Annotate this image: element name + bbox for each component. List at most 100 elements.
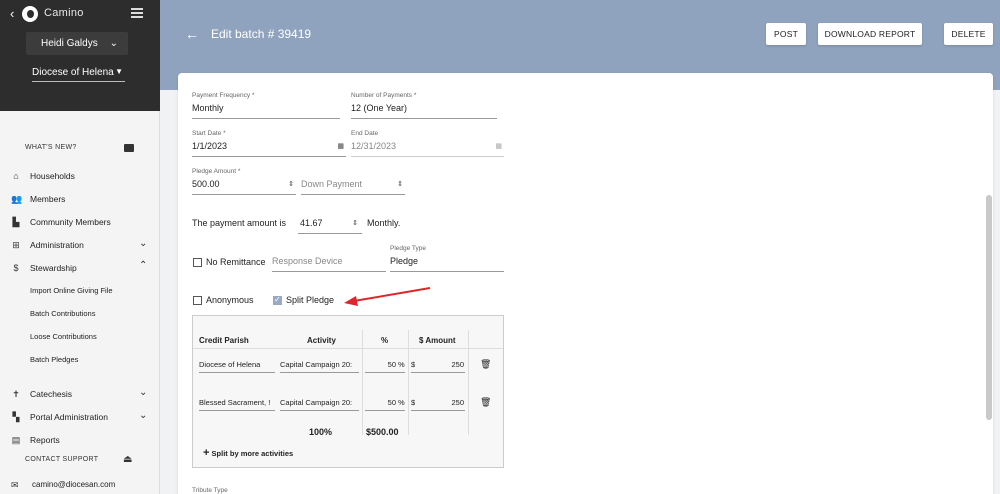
hamburger-menu-icon[interactable] <box>131 8 143 18</box>
community-icon: ▙ <box>12 217 20 227</box>
response-device-field[interactable]: Response Device <box>272 245 386 272</box>
credit-parish-field[interactable]: Blessed Sacrament, ! <box>199 398 275 407</box>
grid-icon: ⊞ <box>12 240 20 250</box>
end-date-field[interactable]: End Date 12/31/2023 ▦ <box>351 130 504 157</box>
percent-field[interactable]: 50 <box>369 398 396 407</box>
field-value: 12/31/2023 <box>351 141 397 151</box>
pledge-type-select[interactable]: Pledge Type Pledge <box>390 245 504 272</box>
payment-amount-field[interactable]: 41.67 ⇕ <box>298 207 362 234</box>
user-name: Heidi Galdys <box>41 38 98 49</box>
down-payment-field[interactable]: Down Payment ⇕ <box>301 168 405 195</box>
home-icon: ⌂ <box>13 171 19 181</box>
sidebar-item-stewardship[interactable]: $ Stewardship ⌃ <box>0 258 160 278</box>
field-value: 1/1/2023 <box>192 141 228 151</box>
payment-frequency-select[interactable]: Payment Frequency * Monthly <box>192 92 340 119</box>
credit-parish-field[interactable]: Diocese of Helena <box>199 360 275 369</box>
post-button[interactable]: POST <box>766 23 806 45</box>
keyboard-icon[interactable] <box>124 144 134 152</box>
sidebar-item-label: Community Members <box>30 217 111 227</box>
sidebar-item-catechesis[interactable]: ✝ Catechesis ⌄ <box>0 384 160 404</box>
field-value: Monthly <box>192 103 224 113</box>
field-label: Tribute Type <box>192 487 228 494</box>
sidebar-header: ‹ Camino Heidi Galdys ⌄ Diocese of Helen… <box>0 0 160 111</box>
anonymous-checkbox[interactable] <box>193 296 202 305</box>
field-placeholder: Response Device <box>272 256 343 266</box>
download-report-button[interactable]: DOWNLOAD REPORT <box>818 23 922 45</box>
split-pledge-checkbox[interactable] <box>273 295 282 305</box>
header-credit-parish: Credit Parish <box>199 336 249 345</box>
currency-sign: $ <box>411 360 416 369</box>
stepper-icon[interactable]: ⇕ <box>352 219 358 227</box>
chevron-up-icon: ⌃ <box>139 260 148 271</box>
pledge-amount-field[interactable]: Pledge Amount * 500.00 ⇕ <box>192 168 296 195</box>
split-by-more-activities-button[interactable]: + Split by more activities <box>203 447 293 459</box>
field-label: Payment Frequency * <box>192 92 255 99</box>
field-value: Pledge <box>390 256 419 266</box>
delete-button[interactable]: DELETE <box>944 23 993 45</box>
total-percent: 100% <box>309 427 333 437</box>
activity-field[interactable]: Capital Campaign 20: <box>280 360 359 369</box>
field-label: Number of Payments * <box>351 92 417 99</box>
sidebar-subitem-batch-contributions[interactable]: Batch Contributions <box>30 309 95 318</box>
arrow-left-icon[interactable]: ← <box>185 26 199 42</box>
sidebar-item-administration[interactable]: ⊞ Administration ⌄ <box>0 235 160 255</box>
start-date-field[interactable]: Start Date * 1/1/2023 ▦ <box>192 130 346 157</box>
no-remittance-checkbox[interactable] <box>193 258 202 267</box>
diocese-select[interactable]: Diocese of Helena ▼ <box>32 67 125 82</box>
sidebar-item-label: Reports <box>30 435 60 445</box>
plus-icon: + <box>203 447 210 459</box>
report-icon: ▤ <box>11 435 21 445</box>
support-email-link[interactable]: camino@diocesan.com <box>32 480 115 489</box>
chevron-down-icon: ⌄ <box>139 410 148 421</box>
trash-icon[interactable]: 🗑 <box>480 359 491 370</box>
percent-field[interactable]: 50 <box>369 360 396 369</box>
sidebar-item-label: Catechesis <box>30 389 73 399</box>
no-remittance-label: No Remittance <box>206 257 266 267</box>
camino-logo-icon <box>22 6 38 22</box>
whats-new-link[interactable]: WHAT'S NEW? <box>25 144 77 151</box>
field-label: Pledge Type <box>390 245 427 252</box>
stepper-icon[interactable]: ⇕ <box>397 180 403 188</box>
sidebar-item-households[interactable]: ⌂ Households <box>0 166 160 186</box>
sidebar-subitem-import-online-giving[interactable]: Import Online Giving File <box>30 286 113 295</box>
user-select[interactable]: Heidi Galdys ⌄ <box>26 32 128 55</box>
sidebar-subitem-loose-contributions[interactable]: Loose Contributions <box>30 332 97 341</box>
sidebar-subitem-batch-pledges[interactable]: Batch Pledges <box>30 355 78 364</box>
tribute-type-select[interactable]: Tribute Type <box>192 487 340 494</box>
header-activity: Activity <box>307 336 336 345</box>
field-label: Start Date * <box>192 130 226 137</box>
payment-amount-prefix: The payment amount is <box>192 218 287 228</box>
split-pledge-table: Credit Parish Activity % $ Amount Dioces… <box>192 315 504 468</box>
app-brand: Camino <box>44 7 84 19</box>
sidebar-item-community-members[interactable]: ▙ Community Members <box>0 212 160 232</box>
eject-icon[interactable]: ⏏ <box>123 454 132 465</box>
chevron-down-icon: ⌄ <box>139 238 148 249</box>
header-percent: % <box>381 336 389 345</box>
sidebar-item-reports[interactable]: ▤ Reports <box>0 430 160 450</box>
total-amount: $500.00 <box>366 427 399 437</box>
activity-field[interactable]: Capital Campaign 20: <box>280 398 359 407</box>
amount-field[interactable]: 250 <box>421 360 464 369</box>
add-split-label: Split by more activities <box>211 449 294 458</box>
caret-down-icon: ▼ <box>115 67 123 76</box>
split-pledge-label: Split Pledge <box>286 295 335 305</box>
cross-icon: ✝ <box>12 389 20 399</box>
stepper-icon[interactable]: ⇕ <box>288 180 294 188</box>
calendar-icon[interactable]: ▦ <box>337 142 344 150</box>
percent-sign: % <box>398 360 405 369</box>
trash-icon[interactable]: 🗑 <box>480 397 491 408</box>
diocese-name: Diocese of Helena <box>32 67 114 78</box>
dollar-icon: $ <box>13 263 19 273</box>
anonymous-label: Anonymous <box>206 295 254 305</box>
percent-sign: % <box>398 398 405 407</box>
chevron-left-icon[interactable]: ‹ <box>10 6 14 21</box>
sidebar-item-portal-administration[interactable]: ▚ Portal Administration ⌄ <box>0 407 160 427</box>
sidebar-item-members[interactable]: 👥 Members <box>0 189 160 209</box>
field-label: End Date <box>351 130 379 137</box>
sidebar-item-label: Households <box>30 171 75 181</box>
people-icon: 👥 <box>11 194 23 204</box>
amount-field[interactable]: 250 <box>421 398 464 407</box>
calendar-icon[interactable]: ▦ <box>495 142 502 150</box>
scrollbar[interactable] <box>986 195 992 420</box>
number-of-payments-select[interactable]: Number of Payments * 12 (One Year) <box>351 92 497 119</box>
